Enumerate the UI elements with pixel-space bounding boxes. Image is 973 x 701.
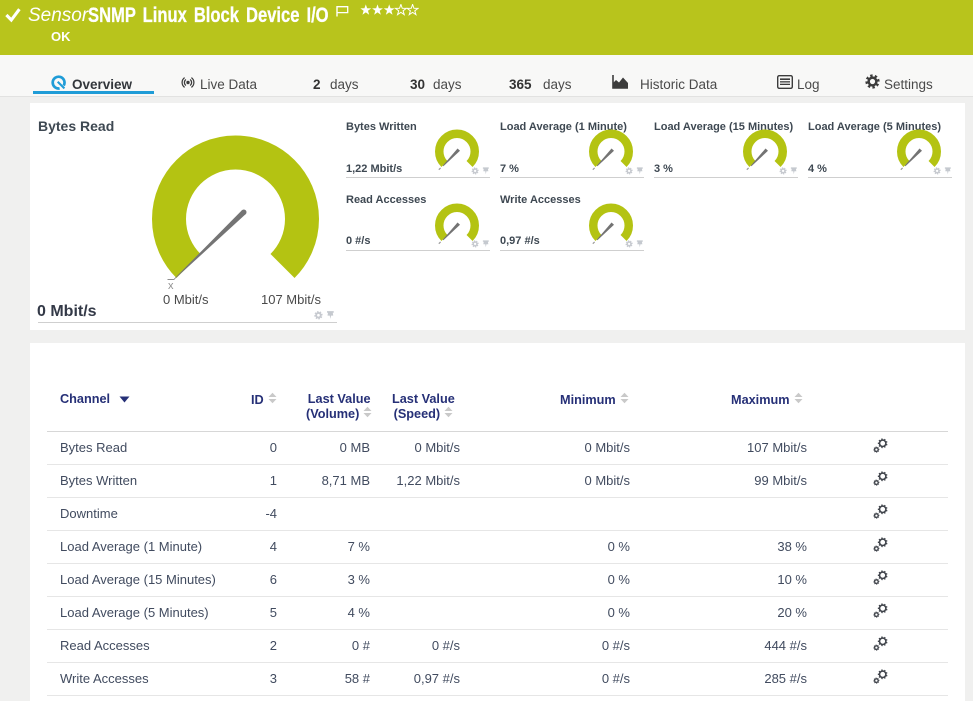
svg-text:x: x (168, 280, 174, 292)
